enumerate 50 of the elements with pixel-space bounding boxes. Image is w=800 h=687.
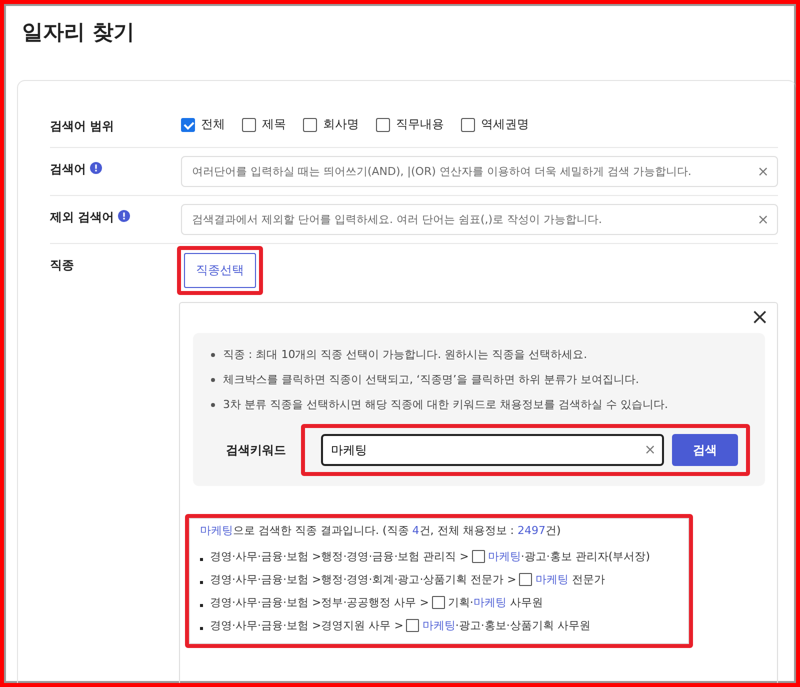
job-name[interactable]: 마케팅·광고·홍보·상품기획 사무원 (422, 618, 590, 633)
search-field[interactable]: 검색결과에서 제외할 단어를 입력하세요. 여러 단어는 쉼표(,)로 작성이 가능합니다. × (181, 204, 778, 235)
checkbox[interactable] (303, 118, 317, 132)
clear-button[interactable]: × (753, 164, 769, 180)
note-text: 체크박스를 클릭하면 직종이 선택되고, ‘직종명’을 클릭하면 하위 분류가 보여집니다. (223, 372, 639, 387)
category-path: 경영·사무·금융·보험 >행정·경영·금융·보험 관리직 > (210, 549, 469, 564)
bullet-icon (200, 627, 203, 630)
close-button[interactable]: × (750, 307, 769, 329)
checkbox[interactable] (242, 118, 256, 132)
option-label: 제목 (262, 116, 286, 133)
option-label: 전체 (201, 116, 225, 133)
checkbox[interactable] (519, 573, 532, 586)
field-label: 검색키워드 (225, 442, 287, 458)
search-button[interactable]: 검색 (672, 434, 738, 466)
job-name[interactable]: 마케팅 전문가 (535, 572, 605, 587)
option-label: 회사명 (323, 116, 359, 133)
checkbox[interactable] (376, 118, 390, 132)
bullet-icon (211, 352, 215, 356)
option-label: 직무내용 (396, 116, 444, 133)
option-label: 역세권명 (481, 116, 529, 133)
checkbox[interactable] (406, 619, 420, 632)
checkbox[interactable] (461, 118, 475, 132)
keyword-field[interactable]: 마케팅 × (321, 434, 664, 466)
search-field[interactable]: 여러단어를 입력하실 때는 띄어쓰기(AND), |(OR) 연산자를 이용하여 더욱 세밀하게 검색 가능합니다. × (181, 156, 778, 187)
note-text: 직종 : 최대 10개의 직종 선택이 가능합니다. 원하시는 직종을 선택하세요. (223, 347, 588, 362)
job-name[interactable]: 마케팅·광고·홍보 관리자(부서장) (488, 549, 650, 564)
clear-button[interactable]: × (640, 442, 656, 458)
checkbox[interactable] (432, 596, 445, 609)
info-icon[interactable] (118, 210, 130, 222)
result-summary: 마케팅으로 검색한 직종 결과입니다. (직종 4건, 전체 채용정보 : 2497건) (200, 523, 562, 538)
field-label: 직종 (50, 257, 74, 274)
field-label: 제외 검색어 (50, 209, 114, 226)
category-path: 경영·사무·금융·보험 >경영지원 사무 > (210, 618, 404, 633)
bullet-icon (200, 558, 203, 561)
field-label: 검색어 범위 (50, 118, 114, 135)
checkbox[interactable] (472, 550, 485, 563)
clear-button[interactable]: × (753, 212, 769, 228)
bullet-icon (211, 402, 215, 406)
bullet-icon (200, 581, 203, 584)
bullet-icon (211, 378, 215, 382)
category-path: 경영·사무·금융·보험 >행정·경영·회계·광고·상품기획 전문가 > (210, 572, 516, 587)
bullet-icon (200, 604, 203, 607)
info-icon[interactable] (90, 162, 102, 174)
job-select-button[interactable]: 직종선택 (184, 253, 256, 288)
job-name[interactable]: 기획·마케팅 사무원 (448, 595, 543, 610)
note-text: 3차 분류 직종을 선택하시면 해당 직종에 대한 키워드로 채용정보를 검색하실 수 있습니다. (223, 397, 668, 412)
page-title: 일자리 찾기 (22, 19, 136, 46)
field-label: 검색어 (50, 161, 86, 178)
checkbox[interactable] (181, 118, 195, 132)
category-path: 경영·사무·금융·보험 >정부·공공행정 사무 > (210, 595, 429, 610)
